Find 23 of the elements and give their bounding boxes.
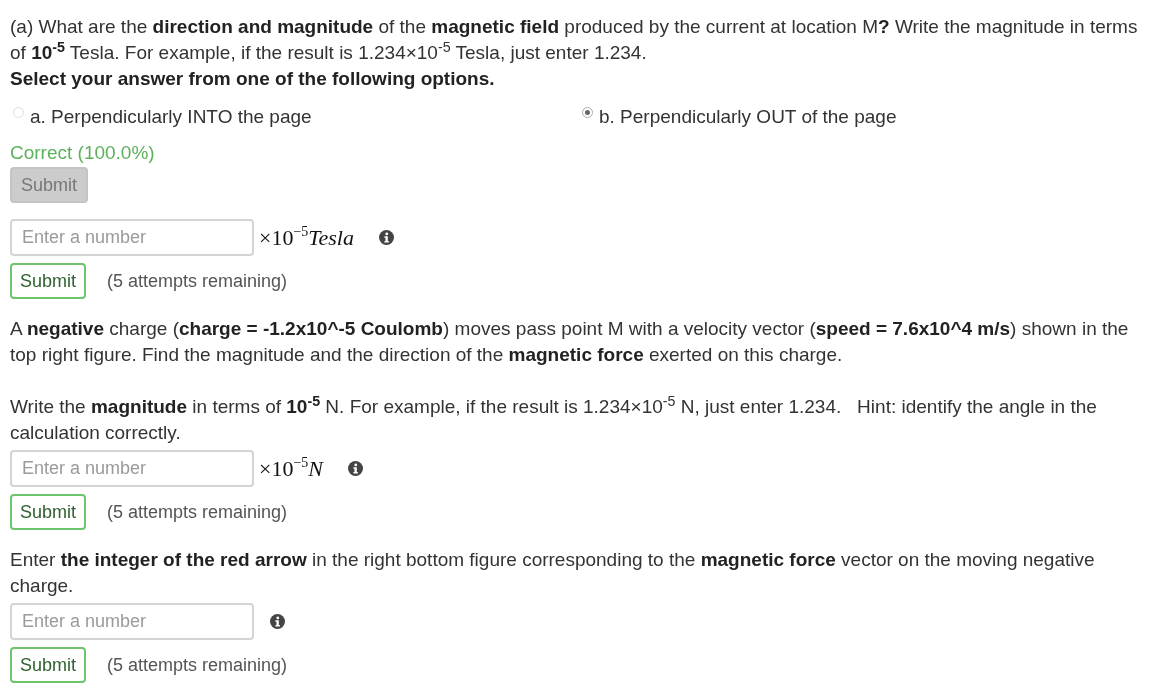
option-label[interactable]: a. Perpendicularly INTO the page — [30, 104, 312, 130]
option-label[interactable]: b. Perpendicularly OUT of the page — [599, 104, 897, 130]
unit-label: ×10$^{−5}$N — [259, 457, 323, 480]
submit-button[interactable]: Submit — [10, 494, 87, 530]
unit-label: ×10$^{−5}$Tesla — [259, 226, 354, 249]
info-icon[interactable] — [379, 230, 394, 245]
question-text: (a) What are the direction and magnitude of the magnetic field produced by the current at location M? Write the magnitude in terms of 10$^{-5}$ Tesla. For example, if the result is 1.234×10$^{-5}$ Tesla, just enter 1.234. — [10, 15, 1139, 65]
question-text: A negative charge (charge = -1.2x10^-5 Coulomb) moves pass point M with a velocity vector (speed = 7.6x10^4 m/s) shown in the top right figure. Find the magnitude and the direction of the magnetic force exerted on this charge. — [10, 317, 1130, 367]
info-icon[interactable] — [270, 614, 285, 629]
input-field[interactable]: Enter a number — [10, 450, 254, 487]
submit-button[interactable]: Submit — [10, 647, 87, 683]
question-text: Write the magnitude in terms of 10$^{-5}$ N. For example, if the result is 1.234×10$^{-5}$ N, just enter 1.234. Hint: identify the angle in the calculation correctly. — [10, 394, 1098, 445]
attempts-text: (5 attempts remaining) — [107, 501, 288, 524]
attempts-text: (5 attempts remaining) — [107, 654, 288, 677]
submit-button[interactable]: Submit — [10, 263, 87, 299]
input-field[interactable]: Enter a number — [10, 603, 254, 640]
attempts-text: (5 attempts remaining) — [107, 270, 288, 293]
info-icon[interactable] — [348, 461, 363, 476]
feedback-text: Correct (100.0%) — [10, 141, 156, 165]
question-text: Enter the integer of the red arrow in the right bottom figure corresponding to the magnetic force vector on the moving negative charge. — [10, 548, 1096, 598]
input-field[interactable]: Enter a number — [10, 219, 254, 256]
instruction-text: Select your answer from one of the following options. — [10, 67, 496, 91]
radio-button[interactable] — [582, 107, 593, 118]
